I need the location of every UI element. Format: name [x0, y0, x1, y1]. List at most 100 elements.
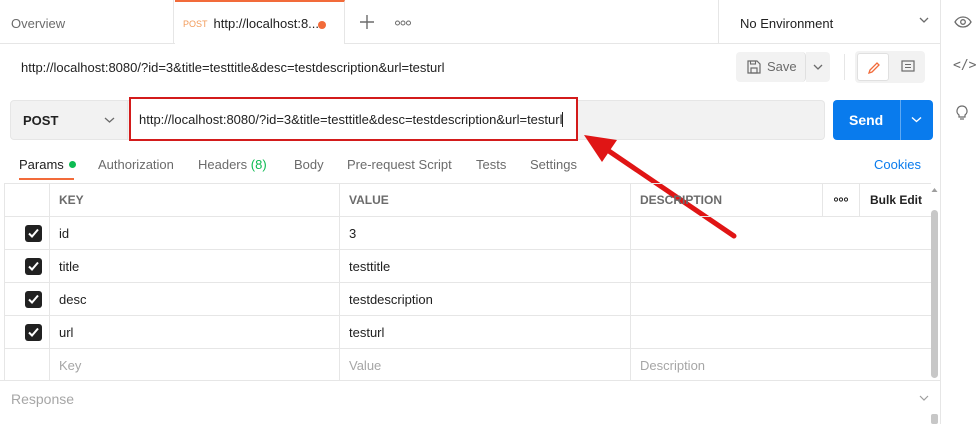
checkbox-cell: [5, 316, 49, 348]
tab-headers-label: Headers: [198, 157, 248, 172]
tab-headers[interactable]: Headers (8): [198, 157, 267, 172]
send-options-button[interactable]: [901, 100, 933, 140]
tab-overview[interactable]: Overview: [0, 0, 174, 44]
environment-label: No Environment: [740, 16, 834, 31]
param-key[interactable]: desc: [49, 283, 339, 315]
param-value[interactable]: testtitle: [339, 250, 630, 282]
checkbox-check-icon: [28, 228, 39, 238]
environment-quick-look-button[interactable]: [940, 0, 980, 44]
checkbox-cell: [5, 283, 49, 315]
url-input[interactable]: http://localhost:8080/?id=3&title=testti…: [129, 97, 578, 141]
column-key: KEY: [49, 184, 339, 216]
tab-request-active[interactable]: POST http://localhost:8...: [175, 0, 345, 44]
table-row: url testurl: [5, 316, 932, 349]
param-description[interactable]: [630, 283, 932, 315]
param-key[interactable]: id: [49, 217, 339, 249]
checkbox-cell: [5, 217, 49, 249]
table-row: title testtitle: [5, 250, 932, 283]
tab-tests[interactable]: Tests: [476, 157, 506, 172]
save-label: Save: [767, 59, 797, 74]
params-table: KEY VALUE DESCRIPTION Bulk Edit id 3 tit…: [4, 183, 932, 382]
documentation-button[interactable]: [893, 53, 923, 81]
tab-params[interactable]: Params: [19, 157, 76, 172]
scrollbar[interactable]: [931, 210, 938, 378]
new-value-input[interactable]: Value: [339, 349, 630, 381]
request-header: http://localhost:8080/?id=3&title=testti…: [0, 44, 940, 92]
column-options-button[interactable]: [822, 184, 859, 216]
table-header-row: KEY VALUE DESCRIPTION Bulk Edit: [5, 184, 932, 217]
new-key-input[interactable]: Key: [49, 349, 339, 381]
param-value[interactable]: testurl: [339, 316, 630, 348]
save-icon: [747, 60, 761, 74]
tab-prerequest-script[interactable]: Pre-request Script: [347, 157, 452, 172]
save-button[interactable]: Save: [736, 52, 806, 82]
table-row-new: Key Value Description: [5, 349, 932, 382]
param-checkbox[interactable]: [25, 258, 42, 275]
text-cursor: [562, 112, 564, 127]
cookies-link[interactable]: Cookies: [874, 157, 921, 172]
request-name[interactable]: http://localhost:8080/?id=3&title=testti…: [21, 60, 444, 75]
environment-select[interactable]: No Environment: [718, 0, 940, 44]
table-row: id 3: [5, 217, 932, 250]
scroll-up-icon[interactable]: [931, 186, 938, 194]
chevron-down-icon: [104, 117, 115, 123]
checkbox-check-icon: [28, 294, 39, 304]
chevron-down-icon: [919, 395, 929, 401]
method-label: POST: [23, 113, 59, 128]
response-label: Response: [11, 391, 75, 407]
tab-title: http://localhost:8...: [213, 16, 320, 31]
tab-bar: Overview POST http://localhost:8... No En…: [0, 0, 940, 44]
response-panel[interactable]: Response: [0, 380, 940, 424]
pencil-icon: [867, 62, 880, 75]
tab-authorization[interactable]: Authorization: [98, 157, 174, 172]
chevron-down-icon: [813, 64, 823, 70]
tab-body[interactable]: Body: [294, 157, 324, 172]
param-key[interactable]: title: [49, 250, 339, 282]
request-subtabs: Params Authorization Headers (8) Body Pr…: [0, 148, 940, 180]
divider: [844, 54, 845, 80]
column-value: VALUE: [339, 184, 630, 216]
param-value[interactable]: 3: [339, 217, 630, 249]
param-description[interactable]: [630, 250, 932, 282]
save-options-button[interactable]: [806, 52, 830, 82]
params-active-dot-icon: [68, 161, 76, 168]
view-toggle: [855, 51, 925, 83]
new-description-input[interactable]: Description: [630, 349, 932, 381]
chevron-down-icon: [911, 116, 922, 123]
chevron-down-icon: [919, 17, 929, 23]
checkbox-cell: [5, 349, 49, 381]
param-description[interactable]: [630, 217, 932, 249]
code-icon[interactable]: </>: [953, 58, 976, 73]
checkbox-check-icon: [28, 261, 39, 271]
param-checkbox[interactable]: [25, 225, 42, 242]
column-description: DESCRIPTION: [630, 184, 822, 216]
tab-more-button[interactable]: [392, 10, 414, 34]
more-icon: [395, 20, 411, 26]
unsaved-dot-icon: [318, 21, 326, 29]
checkbox-cell: [5, 250, 49, 282]
more-icon: [833, 197, 849, 202]
plus-icon: [360, 15, 374, 29]
param-checkbox[interactable]: [25, 291, 42, 308]
url-text: http://localhost:8080/?id=3&title=testti…: [139, 112, 563, 127]
comment-icon: [901, 60, 915, 72]
method-select[interactable]: POST: [10, 100, 128, 140]
header-checkbox-cell: [5, 184, 49, 216]
param-checkbox[interactable]: [25, 324, 42, 341]
headers-count: (8): [250, 157, 267, 172]
table-row: desc testdescription: [5, 283, 932, 316]
tab-settings[interactable]: Settings: [530, 157, 577, 172]
tab-method-label: POST: [183, 19, 208, 29]
param-description[interactable]: [630, 316, 932, 348]
eye-icon: [954, 16, 972, 28]
bulk-edit-button[interactable]: Bulk Edit: [859, 184, 932, 216]
param-value[interactable]: testdescription: [339, 283, 630, 315]
right-sidebar: </>: [940, 44, 980, 424]
param-key[interactable]: url: [49, 316, 339, 348]
scrollbar-lower[interactable]: [931, 414, 938, 424]
edit-button[interactable]: [857, 53, 889, 81]
active-tab-underline: [19, 178, 74, 180]
tab-params-label: Params: [19, 157, 64, 172]
lightbulb-icon[interactable]: [955, 105, 969, 124]
new-tab-button[interactable]: [355, 10, 379, 34]
